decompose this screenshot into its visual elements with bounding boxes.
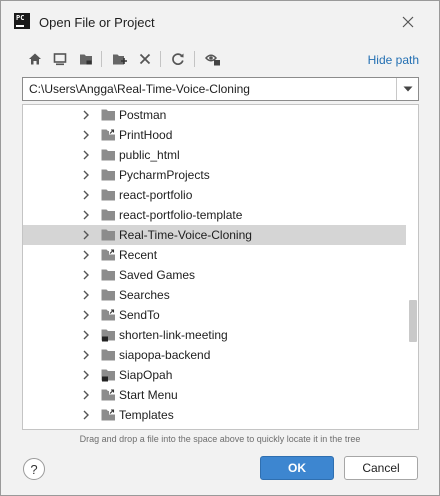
tree-row-label: Recent [119,248,158,262]
folder-shortcut-icon [101,248,116,262]
folder-icon [101,288,116,302]
home-icon[interactable] [24,47,46,71]
tree-row[interactable]: Recent [23,245,406,265]
title-bar[interactable]: PC Open File or Project [1,1,439,45]
tree-row-label: react-portfolio-template [119,208,243,222]
help-button[interactable]: ? [23,458,45,480]
toolbar-separator [160,51,161,67]
tree-row[interactable]: Saved Games [23,265,406,285]
chevron-down-icon[interactable] [396,78,418,100]
tree-row-label: react-portfolio [119,188,193,202]
toolbar: Hide path [1,47,439,73]
folder-icon [101,108,116,122]
desktop-icon[interactable] [49,47,71,71]
tree-row-label: siapopa-backend [119,348,211,362]
chevron-right-icon[interactable] [81,209,91,221]
folder-icon [101,148,116,162]
toolbar-separator [194,51,195,67]
close-icon[interactable] [397,11,419,33]
folder-shortcut-icon [101,128,116,142]
tree-row[interactable]: PrintHood [23,125,406,145]
tree-row-label: shorten-link-meeting [119,328,228,342]
tree-row-label: Real-Time-Voice-Cloning [119,228,252,242]
tree-row-label: SendTo [119,308,160,322]
tree-row[interactable]: Templates [23,405,406,425]
path-combo[interactable] [22,77,419,101]
chevron-right-icon[interactable] [81,369,91,381]
hide-path-link[interactable]: Hide path [368,53,419,67]
folder-project-icon [101,368,116,382]
chevron-right-icon[interactable] [81,109,91,121]
tree-row-label: Postman [119,108,167,122]
folder-icon [101,208,116,222]
tree-row[interactable]: Searches [23,285,406,305]
tree-row[interactable]: SendTo [23,305,406,325]
chevron-right-icon[interactable] [81,189,91,201]
chevron-right-icon[interactable] [81,389,91,401]
refresh-icon[interactable] [167,47,189,71]
cancel-button[interactable]: Cancel [344,456,418,480]
folder-icon [101,188,116,202]
show-hidden-icon[interactable] [202,47,224,71]
chevron-right-icon[interactable] [81,349,91,361]
tree-row[interactable]: react-portfolio [23,185,406,205]
path-input[interactable] [23,78,397,100]
folder-icon [101,348,116,362]
chevron-right-icon[interactable] [81,129,91,141]
tree-row-label: Templates [119,408,174,422]
chevron-right-icon[interactable] [81,249,91,261]
project-folder-icon[interactable] [75,47,97,71]
tree-row[interactable]: siapopa-backend [23,345,406,365]
tree-row[interactable]: shorten-link-meeting [23,325,406,345]
tree-row-label: Saved Games [119,268,196,282]
new-folder-icon[interactable] [109,47,131,71]
folder-shortcut-icon [101,308,116,322]
delete-icon[interactable] [134,47,156,71]
chevron-right-icon[interactable] [81,409,91,421]
tree-row-label: Searches [119,288,170,302]
folder-shortcut-icon [101,408,116,422]
chevron-right-icon[interactable] [81,289,91,301]
tree-row[interactable]: Start Menu [23,385,406,405]
chevron-right-icon[interactable] [81,269,91,281]
drag-drop-hint: Drag and drop a file into the space abov… [79,434,361,444]
dialog-title: Open File or Project [39,15,155,30]
chevron-right-icon[interactable] [81,329,91,341]
tree-row-label: SiapOpah [119,368,173,382]
tree-row[interactable]: Postman [23,105,406,125]
tree-row[interactable]: SiapOpah [23,365,406,385]
tree-row-label: public_html [119,148,180,162]
chevron-right-icon[interactable] [81,149,91,161]
folder-icon [101,228,116,242]
pycharm-logo-icon: PC [14,13,30,29]
tree-row[interactable]: public_html [23,145,406,165]
tree-row-label: Start Menu [119,388,178,402]
folder-icon [101,168,116,182]
folder-project-icon [101,328,116,342]
tree-row-label: PycharmProjects [119,168,210,182]
chevron-right-icon[interactable] [81,229,91,241]
folder-icon [101,268,116,282]
tree-row-label: PrintHood [119,128,173,142]
ok-button[interactable]: OK [260,456,334,480]
chevron-right-icon[interactable] [81,309,91,321]
tree-row[interactable]: PycharmProjects [23,165,406,185]
open-file-dialog: PC Open File or Project Hide path C:\Use… [0,0,440,496]
tree-row[interactable]: react-portfolio-template [23,205,406,225]
file-tree[interactable]: Templates Start Menu SiapOpah siapopa-backe… [22,104,419,430]
toolbar-separator [101,51,102,67]
chevron-right-icon[interactable] [81,169,91,181]
folder-shortcut-icon [101,388,116,402]
tree-scrollbar[interactable] [409,300,417,342]
tree-row[interactable]: Real-Time-Voice-Cloning [23,225,406,245]
